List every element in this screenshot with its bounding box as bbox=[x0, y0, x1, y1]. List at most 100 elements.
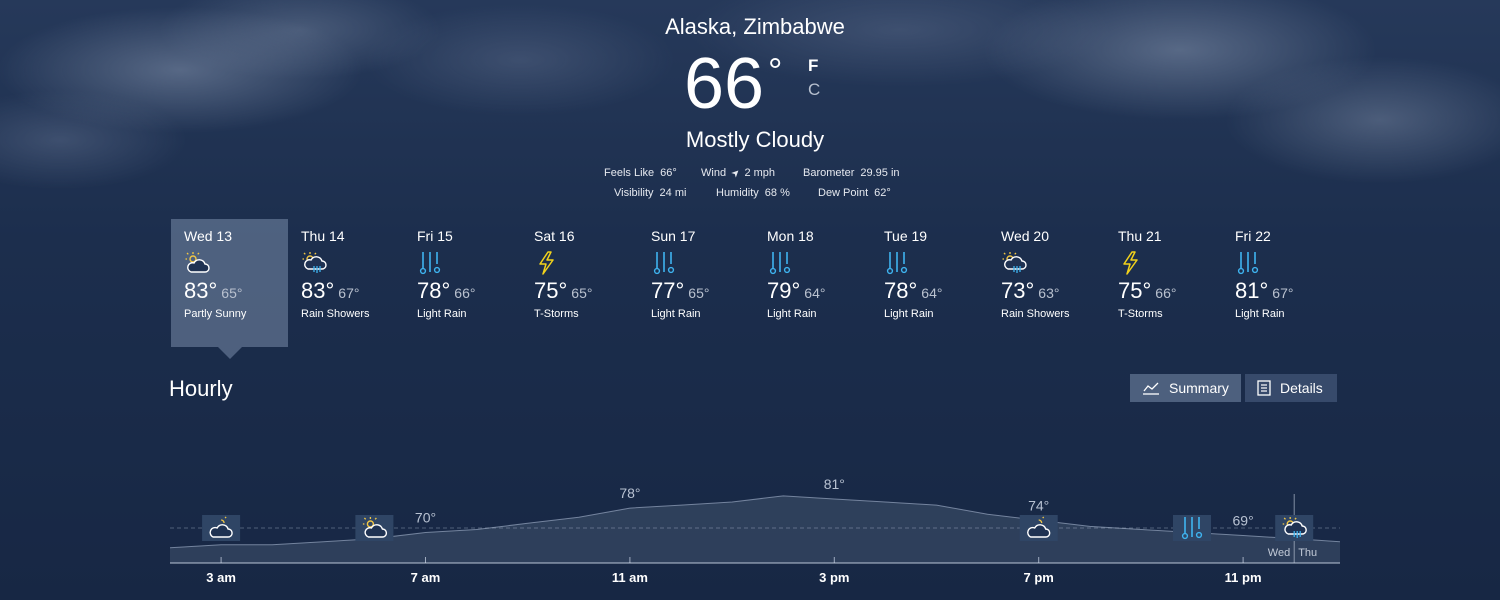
light-rain-icon bbox=[651, 250, 677, 276]
day-name: Mon 18 bbox=[767, 228, 814, 244]
wind-direction-icon: ➤ bbox=[729, 166, 744, 181]
day-temps: 75° 65° bbox=[534, 278, 638, 304]
partly-sunny-icon bbox=[184, 250, 210, 276]
rain-showers-icon bbox=[301, 250, 327, 276]
thunderstorm-icon bbox=[534, 250, 560, 276]
day-low-temp: 66° bbox=[1155, 285, 1177, 301]
day-low-temp: 64° bbox=[921, 285, 943, 301]
day-card[interactable]: Wed 20 73° 63° Rain Showers bbox=[988, 219, 1105, 347]
day-card[interactable]: Mon 18 79° 64° Light Rain bbox=[754, 219, 871, 347]
hourly-temp-label: 81° bbox=[824, 476, 845, 492]
line-chart-icon bbox=[1143, 382, 1159, 395]
day-name: Wed 13 bbox=[184, 228, 232, 244]
day-temps: 83° 67° bbox=[301, 278, 405, 304]
day-boundary-after: Thu bbox=[1298, 547, 1317, 559]
summary-tab[interactable]: Summary bbox=[1130, 374, 1241, 402]
humidity-stat: Humidity 68 % bbox=[716, 187, 790, 199]
dew-point-stat: Dew Point 62° bbox=[818, 187, 891, 199]
wind-value: 2 mph bbox=[744, 167, 776, 179]
degree-symbol: ° bbox=[768, 50, 783, 91]
day-condition: T-Storms bbox=[534, 308, 579, 320]
x-tick-label: 3 pm bbox=[819, 570, 849, 585]
details-tab[interactable]: Details bbox=[1245, 374, 1337, 402]
humidity-label: Humidity bbox=[716, 187, 759, 199]
location-title: Alaska, Zimbabwe bbox=[665, 14, 845, 39]
wind-stat: Wind ➤2 mph bbox=[701, 166, 776, 181]
day-high-temp: 81° bbox=[1235, 278, 1269, 303]
day-condition: Rain Showers bbox=[1001, 308, 1070, 320]
light-rain-icon bbox=[884, 250, 910, 276]
visibility-label: Visibility bbox=[614, 187, 654, 199]
barometer-stat: Barometer 29.95 in bbox=[803, 167, 900, 179]
day-high-temp: 75° bbox=[1118, 278, 1152, 303]
rain-showers-icon bbox=[1001, 250, 1027, 276]
day-card[interactable]: Sun 17 77° 65° Light Rain bbox=[638, 219, 755, 347]
day-card[interactable]: Fri 15 78° 66° Light Rain bbox=[404, 219, 521, 347]
x-tick-label: 3 am bbox=[206, 570, 236, 585]
dew-point-label: Dew Point bbox=[818, 187, 869, 199]
day-temps: 78° 64° bbox=[884, 278, 988, 304]
partly-sunny-icon bbox=[355, 515, 394, 541]
summary-tab-label: Summary bbox=[1169, 380, 1229, 396]
day-card[interactable]: Sat 16 75° 65° T-Storms bbox=[521, 219, 638, 347]
barometer-value: 29.95 in bbox=[860, 167, 900, 179]
day-high-temp: 75° bbox=[534, 278, 568, 303]
day-name: Sun 17 bbox=[651, 228, 696, 244]
x-tick-label: 11 pm bbox=[1225, 570, 1262, 585]
hourly-temp-label: 74° bbox=[1028, 497, 1049, 513]
hourly-title: Hourly bbox=[169, 376, 233, 401]
day-low-temp: 65° bbox=[221, 285, 243, 301]
hourly-temp-label: 70° bbox=[415, 510, 436, 526]
x-tick-label: 7 am bbox=[411, 570, 441, 585]
day-card[interactable]: Tue 19 78° 64° Light Rain bbox=[871, 219, 988, 347]
current-condition: Mostly Cloudy bbox=[685, 127, 825, 152]
day-card[interactable]: Thu 14 83° 67° Rain Showers bbox=[288, 219, 405, 347]
celsius-toggle[interactable]: C bbox=[808, 80, 820, 100]
day-condition: Light Rain bbox=[417, 308, 467, 320]
day-temps: 78° 66° bbox=[417, 278, 521, 304]
day-temps: 75° 66° bbox=[1118, 278, 1222, 304]
light-rain-icon bbox=[417, 250, 443, 276]
day-condition: Light Rain bbox=[651, 308, 701, 320]
day-card[interactable]: Wed 13 83° 65° Partly Sunny bbox=[171, 219, 288, 347]
wind-label: Wind bbox=[701, 167, 727, 179]
visibility-value: 24 mi bbox=[659, 187, 687, 199]
day-card[interactable]: Thu 21 75° 66° T-Storms bbox=[1105, 219, 1222, 347]
thunderstorm-icon bbox=[1118, 250, 1144, 276]
feels-like-stat: Feels Like 66° bbox=[604, 167, 677, 179]
humidity-value: 68 % bbox=[764, 187, 790, 199]
x-tick-label: 11 am bbox=[612, 570, 648, 585]
light-rain-icon bbox=[1235, 250, 1261, 276]
list-icon bbox=[1257, 380, 1271, 396]
day-low-temp: 67° bbox=[1272, 285, 1294, 301]
day-name: Wed 20 bbox=[1001, 228, 1049, 244]
day-condition: T-Storms bbox=[1118, 308, 1163, 320]
details-tab-label: Details bbox=[1280, 380, 1323, 396]
day-condition: Partly Sunny bbox=[184, 308, 247, 320]
day-low-temp: 64° bbox=[804, 285, 826, 301]
day-condition: Light Rain bbox=[1235, 308, 1285, 320]
light-rain-icon bbox=[1173, 515, 1211, 541]
hourly-temp-label: 78° bbox=[619, 485, 640, 501]
day-low-temp: 65° bbox=[688, 285, 710, 301]
day-card[interactable]: Fri 22 81° 67° Light Rain bbox=[1222, 219, 1339, 347]
day-low-temp: 66° bbox=[454, 285, 476, 301]
day-name: Fri 15 bbox=[417, 228, 453, 244]
dew-point-value: 62° bbox=[874, 187, 891, 199]
visibility-stat: Visibility 24 mi bbox=[614, 187, 686, 199]
x-tick-label: 7 pm bbox=[1024, 570, 1054, 585]
light-rain-icon bbox=[767, 250, 793, 276]
fahrenheit-toggle[interactable]: F bbox=[808, 56, 818, 76]
current-temperature: 66 bbox=[684, 44, 765, 124]
hourly-temperature-chart: 66°70°78°81°74°69°3 am7 am11 am3 pm7 pm1… bbox=[170, 476, 1340, 585]
rain-showers-icon bbox=[1275, 515, 1314, 541]
day-temps: 81° 67° bbox=[1235, 278, 1339, 304]
feels-like-label: Feels Like bbox=[604, 167, 655, 179]
day-name: Thu 21 bbox=[1118, 228, 1162, 244]
mostly-cloudy-icon bbox=[202, 515, 241, 541]
day-boundary-before: Wed bbox=[1268, 547, 1290, 559]
day-high-temp: 79° bbox=[767, 278, 801, 303]
hourly-temp-label: 69° bbox=[1233, 513, 1254, 529]
day-name: Thu 14 bbox=[301, 228, 345, 244]
day-high-temp: 77° bbox=[651, 278, 685, 303]
